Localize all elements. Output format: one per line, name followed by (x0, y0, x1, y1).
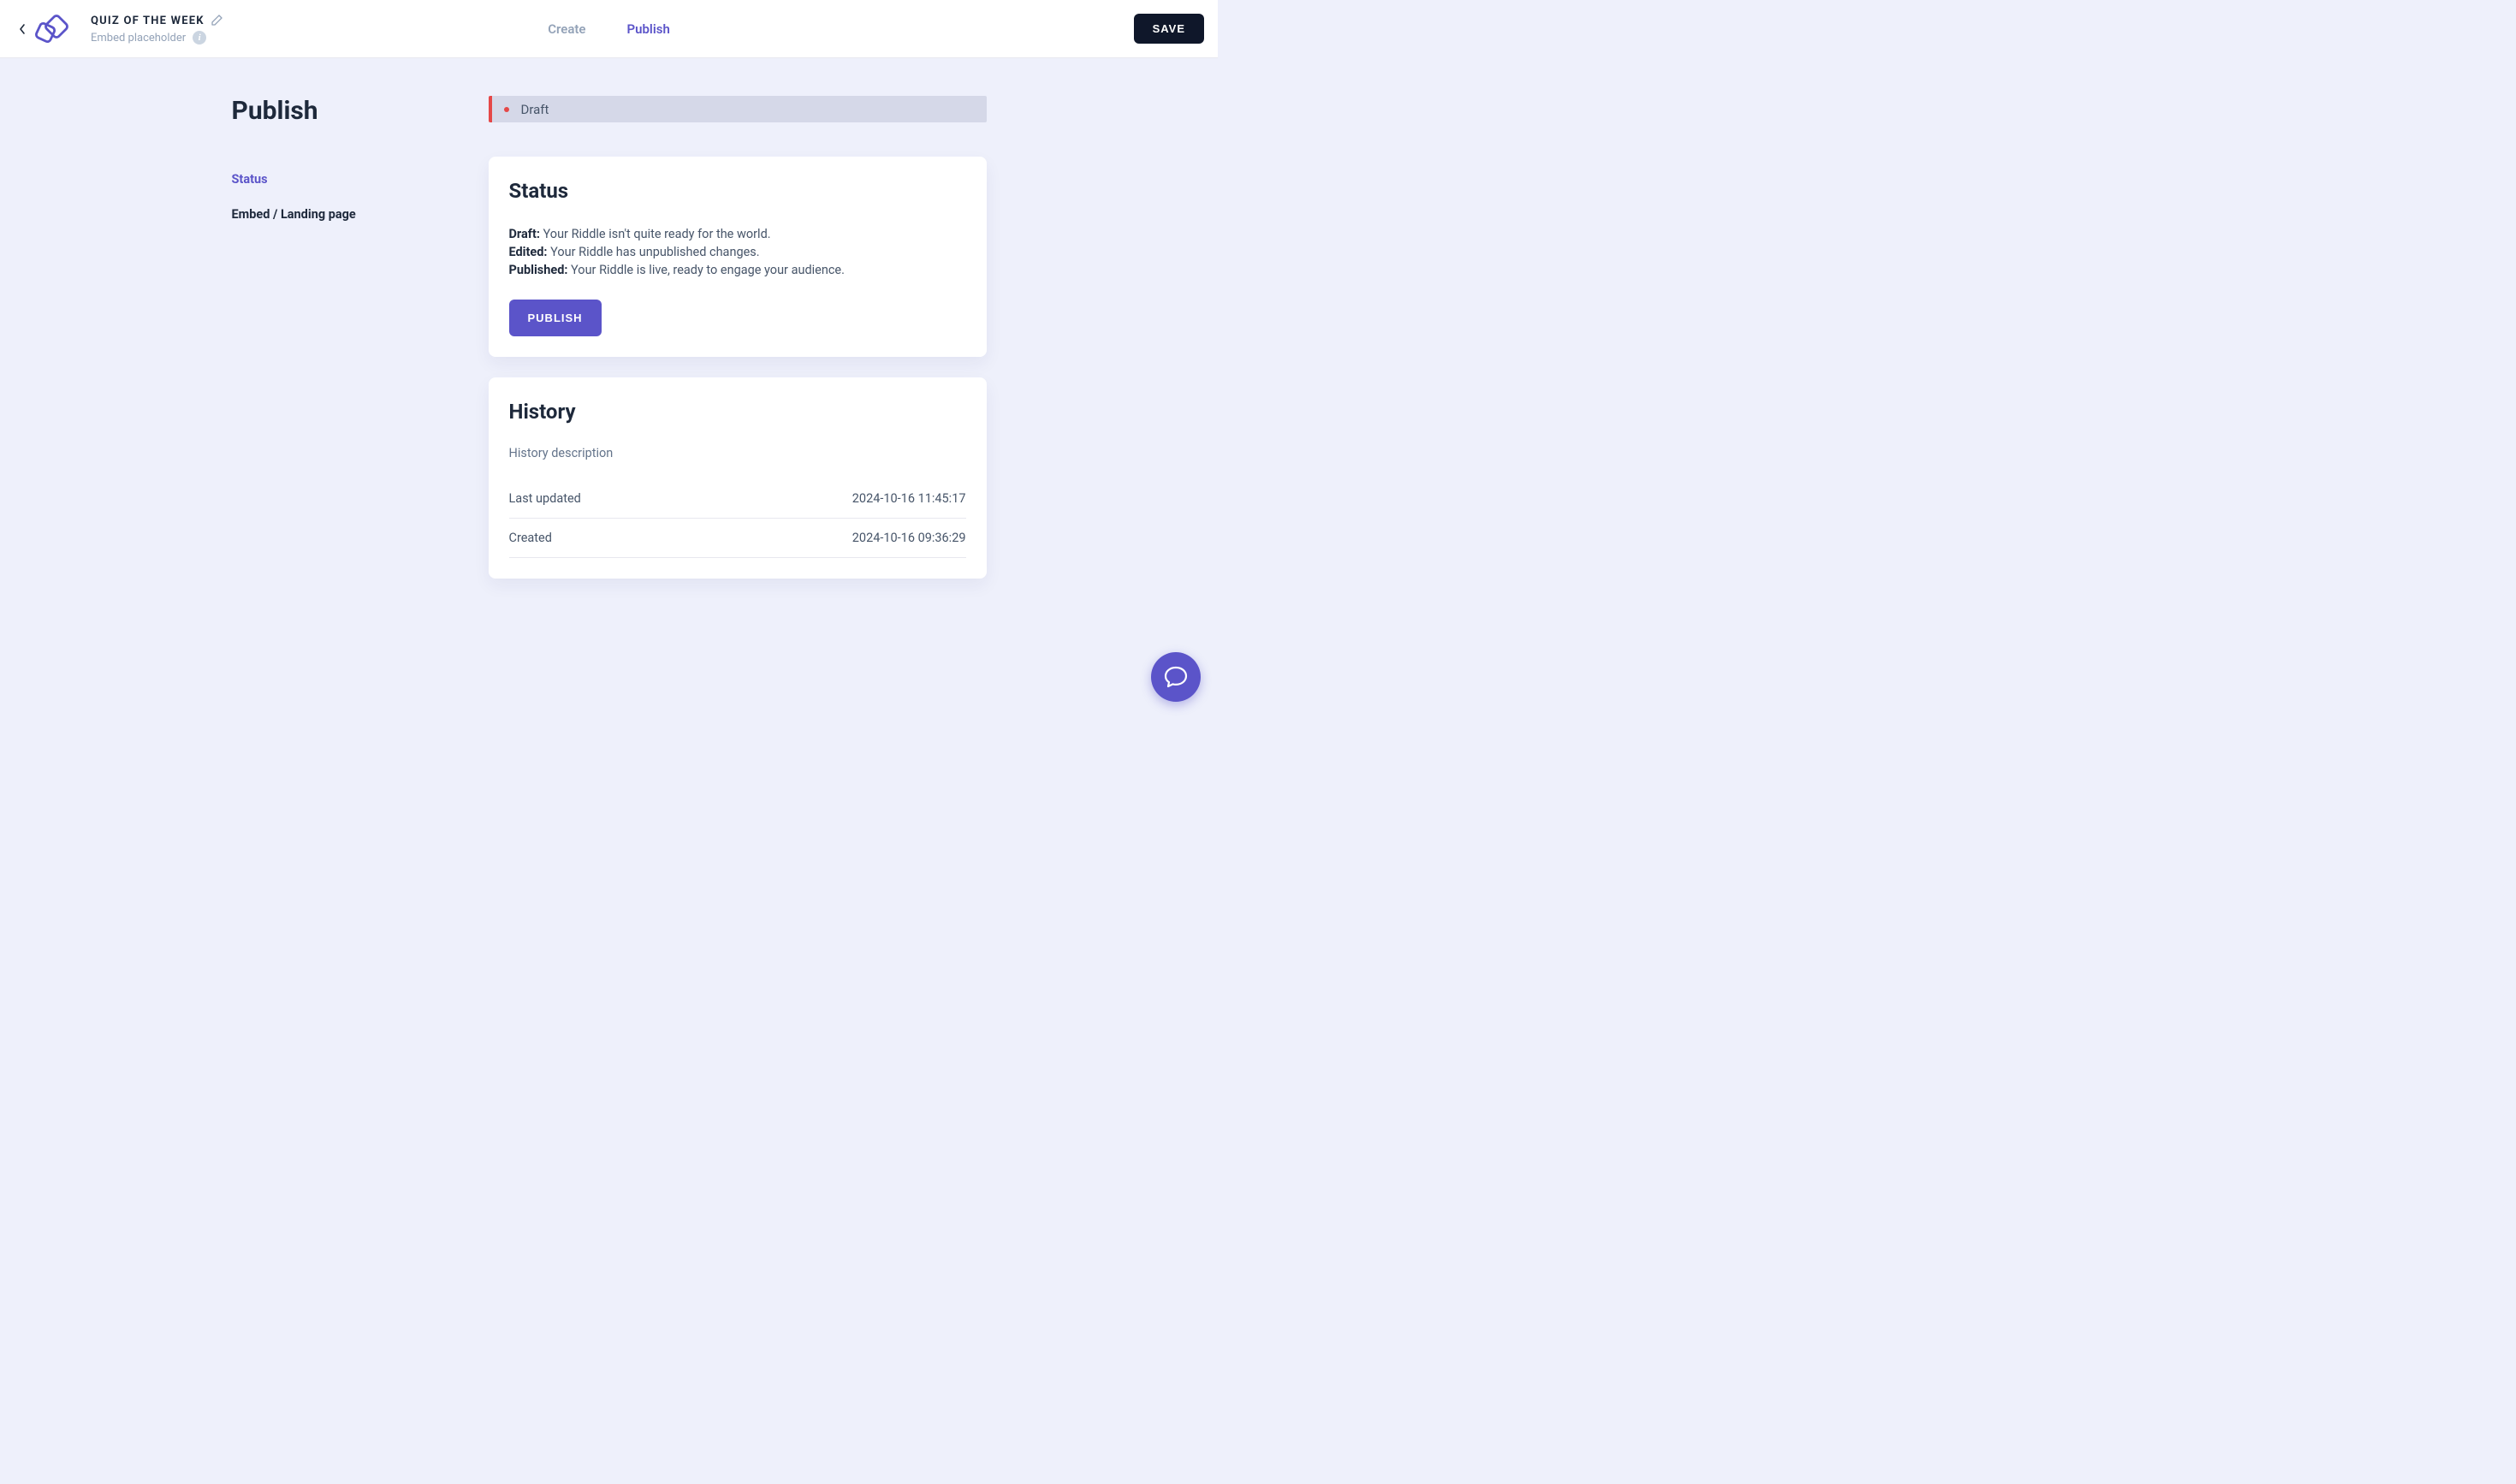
history-card: History History description Last updated… (489, 377, 987, 579)
status-text-draft: Your Riddle isn't quite ready for the wo… (540, 227, 771, 241)
history-row-last-updated: Last updated 2024-10-16 11:45:17 (509, 479, 966, 519)
history-card-title: History (509, 400, 966, 424)
sidebar-item-embed[interactable]: Embed / Landing page (232, 197, 454, 232)
publish-sidebar: Publish Status Embed / Landing page (232, 96, 454, 599)
app-title: QUIZ OF THE WEEK (91, 15, 205, 27)
history-description: History description (509, 446, 966, 460)
app-header: QUIZ OF THE WEEK Embed placeholder i Cre… (0, 0, 1218, 58)
chat-fab[interactable] (1151, 652, 1201, 702)
publish-button[interactable]: PUBLISH (509, 300, 602, 336)
tab-create[interactable]: Create (548, 21, 585, 37)
status-label-draft: Draft: (509, 227, 540, 241)
tab-publish[interactable]: Publish (627, 21, 670, 37)
status-text-published: Your Riddle is live, ready to engage you… (567, 263, 845, 277)
status-line-published: Published: Your Riddle is live, ready to… (509, 261, 966, 279)
status-line-draft: Draft: Your Riddle isn't quite ready for… (509, 225, 966, 243)
app-subtitle: Embed placeholder (91, 32, 186, 45)
page-title: Publish (232, 96, 454, 126)
save-button[interactable]: SAVE (1134, 14, 1204, 44)
info-icon[interactable]: i (193, 31, 206, 45)
status-label-edited: Edited: (509, 245, 548, 259)
status-card-title: Status (509, 179, 966, 203)
status-card: Status Draft: Your Riddle isn't quite re… (489, 157, 987, 357)
status-banner: Draft (489, 96, 987, 122)
content-column: Draft Status Draft: Your Riddle isn't qu… (489, 96, 987, 599)
history-value-created: 2024-10-16 09:36:29 (852, 531, 966, 545)
edit-title-button[interactable] (211, 13, 223, 29)
main-content: Publish Status Embed / Landing page Draf… (0, 58, 1218, 599)
pencil-icon (211, 15, 223, 26)
sidebar-item-status[interactable]: Status (232, 162, 454, 197)
app-logo[interactable] (34, 13, 77, 45)
nav-tabs: Create Publish (548, 21, 670, 37)
chevron-left-icon (19, 23, 26, 35)
status-banner-text: Draft (521, 102, 549, 117)
history-value-last-updated: 2024-10-16 11:45:17 (852, 491, 966, 506)
history-row-created: Created 2024-10-16 09:36:29 (509, 519, 966, 558)
status-label-published: Published: (509, 263, 568, 277)
history-label-created: Created (509, 531, 552, 545)
title-block: QUIZ OF THE WEEK Embed placeholder i (91, 13, 223, 45)
status-dot-icon (504, 107, 509, 112)
status-line-edited: Edited: Your Riddle has unpublished chan… (509, 243, 966, 261)
logo-icon (34, 13, 77, 45)
back-button[interactable] (14, 23, 31, 35)
chat-icon (1163, 664, 1189, 690)
history-label-last-updated: Last updated (509, 491, 581, 506)
status-text-edited: Your Riddle has unpublished changes. (548, 245, 760, 259)
